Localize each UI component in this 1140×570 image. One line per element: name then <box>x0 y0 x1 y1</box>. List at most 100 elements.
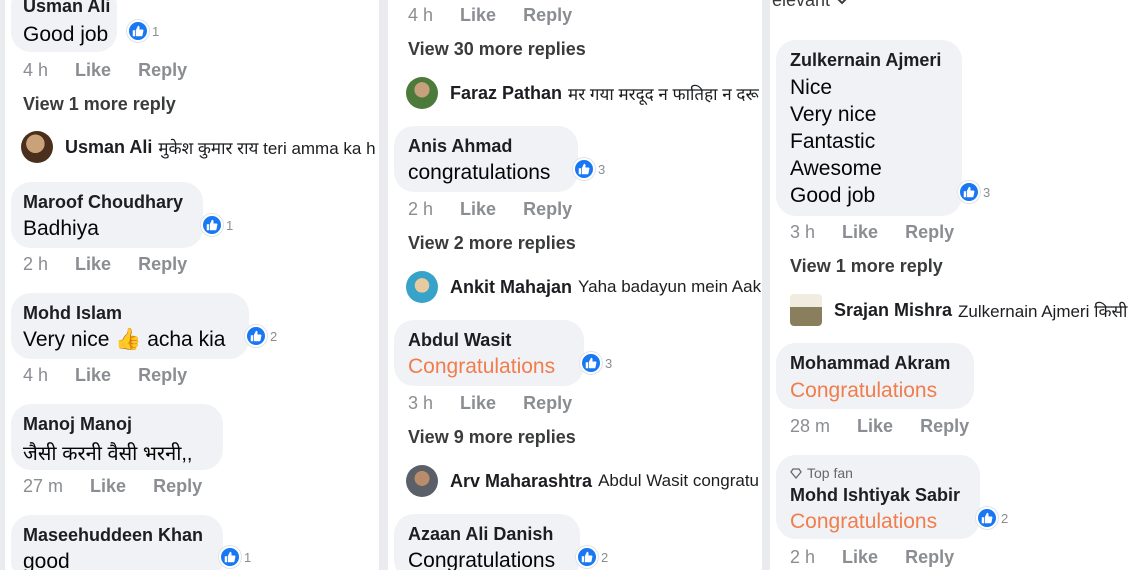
comment-time: 2 h <box>408 199 434 219</box>
reaction-count[interactable]: 2 <box>976 507 1008 529</box>
top-fan-badge: Top fan <box>790 465 853 481</box>
reaction-count[interactable]: 1 <box>201 214 233 236</box>
comment-author[interactable]: Mohammad Akram <box>790 353 950 374</box>
comment-meta: 3 h Like Reply <box>790 222 976 243</box>
comments-panel-2: 4 h Like Reply View 30 more replies Fara… <box>388 0 762 570</box>
view-more-replies-link[interactable]: View 30 more replies <box>408 39 586 60</box>
comment-time: 4 h <box>23 60 49 80</box>
comment-author[interactable]: Usman Ali <box>23 0 110 17</box>
sort-label: elevant <box>772 0 831 10</box>
like-reaction-icon <box>573 158 595 180</box>
like-reaction-icon <box>576 546 598 568</box>
view-more-replies-link[interactable]: View 9 more replies <box>408 427 576 448</box>
reply-preview[interactable]: Srajan Mishra Zulkernain Ajmeri किसी <box>790 294 1140 326</box>
comment-text: Congratulations <box>408 549 556 570</box>
gutter-2 <box>762 0 770 570</box>
like-action[interactable]: Like <box>75 365 111 385</box>
comment-author[interactable]: Mohd Ishtiyak Sabir <box>790 485 960 506</box>
comment-time: 2 h <box>790 547 816 567</box>
comment-text-line: Nice <box>790 76 833 99</box>
reply-author[interactable]: Ankit Mahajan <box>450 277 572 298</box>
comment-meta: 4 h Like Reply <box>408 5 594 26</box>
like-reaction-icon <box>976 507 998 529</box>
comment-meta: 27 m Like Reply <box>23 476 224 497</box>
reply-action[interactable]: Reply <box>138 365 187 385</box>
reaction-count[interactable]: 2 <box>576 546 608 568</box>
comment-meta: 3 h Like Reply <box>408 393 594 414</box>
like-action[interactable]: Like <box>842 222 878 242</box>
reaction-count[interactable]: 3 <box>573 158 605 180</box>
comment-text: Congratulations <box>790 379 938 402</box>
comment-author[interactable]: Maroof Choudhary <box>23 192 183 213</box>
comment-text: Good job <box>23 23 109 46</box>
comment-author[interactable]: Manoj Manoj <box>23 414 132 435</box>
comment-author[interactable]: Zulkernain Ajmeri <box>790 50 941 71</box>
reply-action[interactable]: Reply <box>138 254 187 274</box>
comments-panel-3: elevant Zulkernain Ajmeri Nice Very nice… <box>770 0 1140 570</box>
reply-author[interactable]: Faraz Pathan <box>450 83 562 104</box>
reply-author[interactable]: Arv Maharashtra <box>450 471 592 492</box>
comment-text: Badhiya <box>23 217 99 240</box>
avatar <box>406 465 438 497</box>
like-action[interactable]: Like <box>90 476 126 496</box>
reply-action[interactable]: Reply <box>153 476 202 496</box>
avatar <box>21 131 53 163</box>
comment-text: Congratulations <box>408 355 556 378</box>
comment-meta: 28 m Like Reply <box>790 416 991 437</box>
like-action[interactable]: Like <box>75 60 111 80</box>
comment-author[interactable]: Anis Ahmad <box>408 136 512 157</box>
reaction-count[interactable]: 3 <box>580 352 612 374</box>
like-action[interactable]: Like <box>460 199 496 219</box>
like-action[interactable]: Like <box>460 393 496 413</box>
comment-text: Very nice 👍 acha kia <box>23 328 226 351</box>
reaction-count[interactable]: 3 <box>958 181 990 203</box>
avatar <box>790 294 822 326</box>
reply-action[interactable]: Reply <box>905 547 954 567</box>
like-reaction-icon <box>958 181 980 203</box>
reply-text: Abdul Wasit congratu <box>598 471 760 490</box>
reply-preview[interactable]: Arv Maharashtra Abdul Wasit congratu <box>406 465 762 497</box>
like-reaction-icon <box>201 214 223 236</box>
gutter-1 <box>379 0 388 570</box>
comment-author[interactable]: Maseehuddeen Khan <box>23 525 203 546</box>
comment-author[interactable]: Mohd Islam <box>23 303 122 324</box>
like-action[interactable]: Like <box>857 416 893 436</box>
reply-action[interactable]: Reply <box>920 416 969 436</box>
comment-meta: 2 h Like Reply <box>23 254 209 275</box>
reply-action[interactable]: Reply <box>523 199 572 219</box>
view-more-replies-link[interactable]: View 2 more replies <box>408 233 576 254</box>
comment-text: Congratulations <box>790 510 938 533</box>
reply-preview[interactable]: Faraz Pathan मर गया मरदूद न फातिहा न दरू <box>406 77 762 109</box>
reply-preview[interactable]: Usman Ali मुकेश कुमार राय teri amma ka h <box>21 131 379 163</box>
comment-time: 2 h <box>23 254 49 274</box>
view-more-replies-link[interactable]: View 1 more reply <box>23 94 176 115</box>
like-reaction-icon <box>219 546 241 568</box>
comment-time: 4 h <box>23 365 49 385</box>
sort-dropdown[interactable]: elevant <box>772 0 848 11</box>
comment-meta: 2 h Like Reply <box>790 547 976 568</box>
reaction-count[interactable]: 2 <box>245 325 277 347</box>
reply-action[interactable]: Reply <box>905 222 954 242</box>
reaction-count[interactable]: 1 <box>219 546 251 568</box>
reply-preview[interactable]: Ankit Mahajan Yaha badayun mein Aak <box>406 271 762 303</box>
reply-author[interactable]: Srajan Mishra <box>834 300 952 321</box>
reply-text: मर गया मरदूद न फातिहा न दरू <box>568 84 759 104</box>
view-more-replies-link[interactable]: View 1 more reply <box>790 256 943 277</box>
reply-action[interactable]: Reply <box>138 60 187 80</box>
top-fan-icon <box>790 468 802 479</box>
comment-time: 28 m <box>790 416 831 436</box>
comment-time: 3 h <box>408 393 434 413</box>
comment-author[interactable]: Abdul Wasit <box>408 330 511 351</box>
avatar <box>406 271 438 303</box>
reply-text: Yaha badayun mein Aak <box>578 277 762 296</box>
reply-author[interactable]: Usman Ali <box>65 137 152 158</box>
like-action[interactable]: Like <box>460 5 496 25</box>
comment-text-line: Awesome <box>790 157 882 180</box>
like-action[interactable]: Like <box>842 547 878 567</box>
reply-action[interactable]: Reply <box>523 393 572 413</box>
reaction-count[interactable]: 1 <box>127 20 159 42</box>
comment-meta: 4 h Like Reply <box>23 60 209 81</box>
like-action[interactable]: Like <box>75 254 111 274</box>
reply-action[interactable]: Reply <box>523 5 572 25</box>
comment-author[interactable]: Azaan Ali Danish <box>408 524 553 545</box>
